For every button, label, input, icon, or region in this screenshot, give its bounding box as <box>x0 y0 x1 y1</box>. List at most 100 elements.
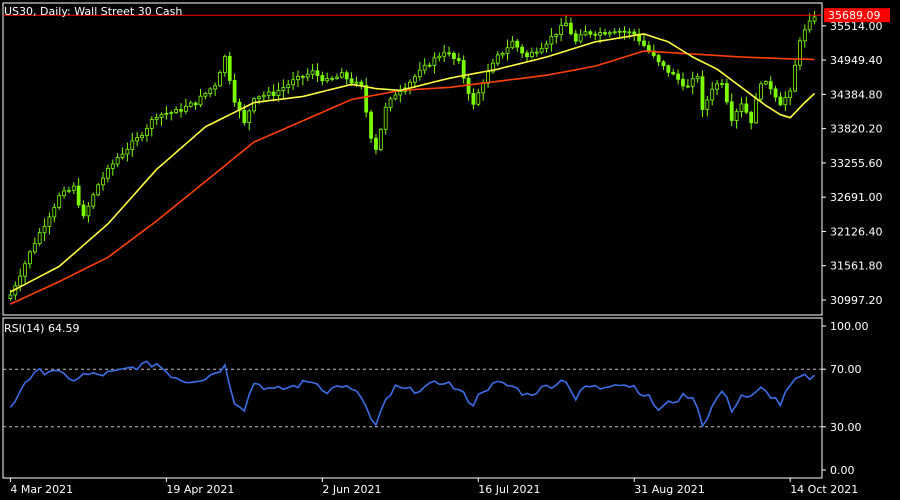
moving-averages-layer <box>3 14 822 305</box>
candle-body <box>705 99 710 110</box>
y-tick-label: 32126.40 <box>830 225 883 238</box>
current-price-label: 35689.09 <box>828 9 881 22</box>
candle-body <box>793 64 797 92</box>
candle-body <box>534 51 539 54</box>
candle-body <box>266 91 271 96</box>
candle-body <box>198 95 203 106</box>
y-tick-label: 32691.00 <box>830 191 883 204</box>
candle-body <box>315 70 320 76</box>
candle-body <box>37 232 42 245</box>
candle-body <box>554 34 559 37</box>
candle-body <box>393 94 398 100</box>
candle-body <box>208 88 213 94</box>
candle-body <box>76 185 81 206</box>
candle-body <box>101 177 105 186</box>
candle-body <box>632 31 637 35</box>
candle-body <box>344 72 349 80</box>
candle-body <box>203 93 208 97</box>
candle-body <box>42 226 47 234</box>
candle-body <box>749 111 754 124</box>
candle-body <box>661 61 666 67</box>
candle-body <box>432 57 437 66</box>
candle-body <box>96 184 101 196</box>
candle-body <box>525 52 529 58</box>
candle-body <box>452 53 456 59</box>
candle-body <box>71 185 76 191</box>
candle-body <box>734 111 739 121</box>
candle-body <box>798 40 802 66</box>
candle-body <box>276 90 281 96</box>
candle-body <box>681 78 685 87</box>
candle-body <box>32 243 37 253</box>
candle-body <box>481 82 486 94</box>
candle-body <box>135 137 140 142</box>
candle-body <box>544 43 549 49</box>
candle-body <box>515 40 520 48</box>
candle-body <box>763 81 768 85</box>
rsi-y-tick-label: 100.00 <box>830 320 869 333</box>
candle-body <box>505 47 510 54</box>
chart-title: US30, Daily: Wall Street 30 Cash <box>4 5 182 18</box>
candle-body <box>222 55 227 74</box>
y-tick-label: 34949.40 <box>830 54 883 67</box>
candle-body <box>773 88 778 98</box>
candle-body <box>622 30 627 33</box>
rsi-chart-frame <box>2 317 823 479</box>
candle-body <box>149 119 154 129</box>
candle-body <box>759 83 763 100</box>
candle-body <box>802 29 807 42</box>
candle-body <box>617 30 622 33</box>
candle-body <box>627 31 632 34</box>
candle-body <box>398 91 403 96</box>
candle-body <box>383 106 388 130</box>
candle-body <box>417 69 422 78</box>
candle-body <box>812 16 817 22</box>
candle-body <box>573 33 578 42</box>
candle-body <box>57 195 62 208</box>
candle-body <box>559 25 564 35</box>
ma-fast-line <box>10 33 816 293</box>
candle-body <box>81 204 86 217</box>
candle-body <box>300 75 305 78</box>
y-tick-label: 34384.80 <box>830 88 883 101</box>
candle-body <box>510 40 515 49</box>
candle-body <box>47 216 52 227</box>
candle-body <box>110 163 115 169</box>
x-tick-label: 2 Jun 2021 <box>322 483 381 496</box>
candle-body <box>500 52 505 56</box>
candle-body <box>671 71 676 75</box>
candle-body <box>252 98 257 112</box>
candle-body <box>778 96 783 106</box>
candle-body <box>164 113 169 115</box>
candle-body <box>807 20 812 31</box>
candle-body <box>768 81 773 90</box>
candle-body <box>242 109 247 124</box>
candle-body <box>549 35 554 45</box>
candle-body <box>593 33 598 36</box>
ma-slow-line <box>10 50 815 305</box>
candle-body <box>369 111 373 139</box>
candle-body <box>296 75 300 81</box>
candle-body <box>188 102 193 107</box>
candle-body <box>530 51 534 58</box>
candle-body <box>159 113 164 118</box>
candle-body <box>179 109 183 112</box>
candle-body <box>62 190 66 197</box>
candle-body <box>471 93 476 105</box>
candle-body <box>442 52 447 57</box>
candle-body <box>23 263 27 277</box>
candle-body <box>271 91 276 96</box>
candle-body <box>583 31 588 36</box>
candle-body <box>676 73 681 80</box>
candle-body <box>788 90 793 99</box>
rsi-layer <box>3 360 822 428</box>
candle-body <box>754 98 758 124</box>
candle-body <box>685 85 690 88</box>
candle-body <box>603 32 607 35</box>
candle-body <box>700 76 705 110</box>
candle-body <box>144 127 149 136</box>
candle-body <box>106 167 110 179</box>
candle-body <box>588 31 593 35</box>
candle-body <box>218 72 222 87</box>
candle-body <box>305 73 310 78</box>
